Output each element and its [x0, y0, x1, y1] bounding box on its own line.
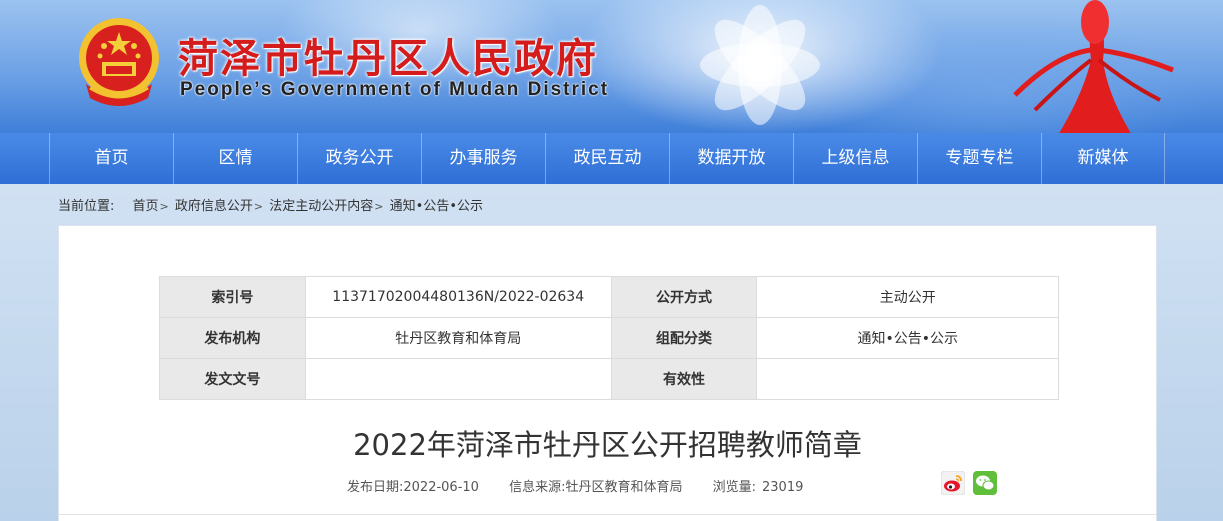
- meta-value-category: 通知•公告•公示: [756, 317, 1059, 359]
- breadcrumb-label: 当前位置:: [58, 199, 115, 214]
- breadcrumb-gov-info[interactable]: 政府信息公开: [175, 199, 253, 214]
- views-count: 23019: [762, 480, 804, 495]
- article-info: 发布日期:2022-06-10 信息来源:牡丹区教育和体育局 浏览量: 23019: [347, 476, 829, 495]
- nav-item-superior-info[interactable]: 上级信息: [793, 133, 917, 184]
- breadcrumb-separator: >: [253, 200, 264, 213]
- meta-key-disclosure-method: 公开方式: [610, 276, 758, 318]
- meta-key-category: 组配分类: [610, 317, 758, 359]
- nav-item-special-topics[interactable]: 专题专栏: [917, 133, 1041, 184]
- breadcrumb-separator: >: [374, 200, 384, 213]
- divider: [59, 514, 1156, 515]
- site-title: 菏泽市牡丹区人民政府: [178, 35, 598, 82]
- views-label: 浏览量:: [712, 480, 756, 495]
- meta-key-index-number: 索引号: [159, 276, 306, 318]
- meta-value-disclosure-method: 主动公开: [756, 276, 1059, 318]
- metadata-table: 索引号 11371702004480136N/2022-02634 公开方式 主…: [159, 276, 1059, 400]
- wechat-icon[interactable]: [973, 471, 997, 495]
- content-panel: 索引号 11371702004480136N/2022-02634 公开方式 主…: [58, 225, 1157, 521]
- nav-item-interaction[interactable]: 政民互动: [545, 133, 669, 184]
- red-sculpture-icon: [1013, 0, 1174, 133]
- breadcrumb-notices[interactable]: 通知•公告•公示: [390, 199, 483, 214]
- nav-item-district-info[interactable]: 区情: [173, 133, 297, 184]
- nav-item-home[interactable]: 首页: [49, 133, 173, 184]
- breadcrumb-home[interactable]: 首页: [133, 199, 159, 214]
- nav-item-services[interactable]: 办事服务: [421, 133, 545, 184]
- publish-date: 发布日期:2022-06-10: [347, 480, 479, 495]
- site-subtitle: People’s Government of Mudan District: [180, 79, 610, 100]
- breadcrumb-separator: >: [159, 200, 169, 213]
- national-emblem-icon: [79, 18, 159, 106]
- main-nav: 首页 区情 政务公开 办事服务 政民互动 数据开放 上级信息 专题专栏 新媒体: [0, 133, 1223, 184]
- nav-item-government-affairs[interactable]: 政务公开: [297, 133, 421, 184]
- article-title: 2022年菏泽市牡丹区公开招聘教师简章: [353, 428, 862, 462]
- meta-value-publisher: 牡丹区教育和体育局: [304, 317, 612, 359]
- meta-value-validity: [756, 358, 1059, 400]
- flower-decoration-icon: [700, 5, 820, 125]
- table-row: 发文文号 有效性: [159, 358, 1059, 400]
- info-source: 信息来源:牡丹区教育和体育局: [509, 480, 683, 495]
- table-row: 发布机构 牡丹区教育和体育局 组配分类 通知•公告•公示: [159, 317, 1059, 359]
- share-buttons: [941, 471, 997, 495]
- meta-value-index-number: 11371702004480136N/2022-02634: [304, 276, 612, 318]
- meta-key-publisher: 发布机构: [159, 317, 306, 359]
- header-banner: 菏泽市牡丹区人民政府 People’s Government of Mudan …: [0, 0, 1223, 133]
- meta-value-document-number: [304, 358, 612, 400]
- meta-key-validity: 有效性: [610, 358, 758, 400]
- nav-item-new-media[interactable]: 新媒体: [1041, 133, 1165, 184]
- nav-item-open-data[interactable]: 数据开放: [669, 133, 793, 184]
- table-row: 索引号 11371702004480136N/2022-02634 公开方式 主…: [159, 276, 1059, 318]
- breadcrumb-statutory[interactable]: 法定主动公开内容: [269, 199, 373, 214]
- breadcrumb: 当前位置: 首页> 政府信息公开> 法定主动公开内容> 通知•公告•公示: [58, 195, 483, 214]
- meta-key-document-number: 发文文号: [159, 358, 306, 400]
- weibo-icon[interactable]: [941, 471, 965, 495]
